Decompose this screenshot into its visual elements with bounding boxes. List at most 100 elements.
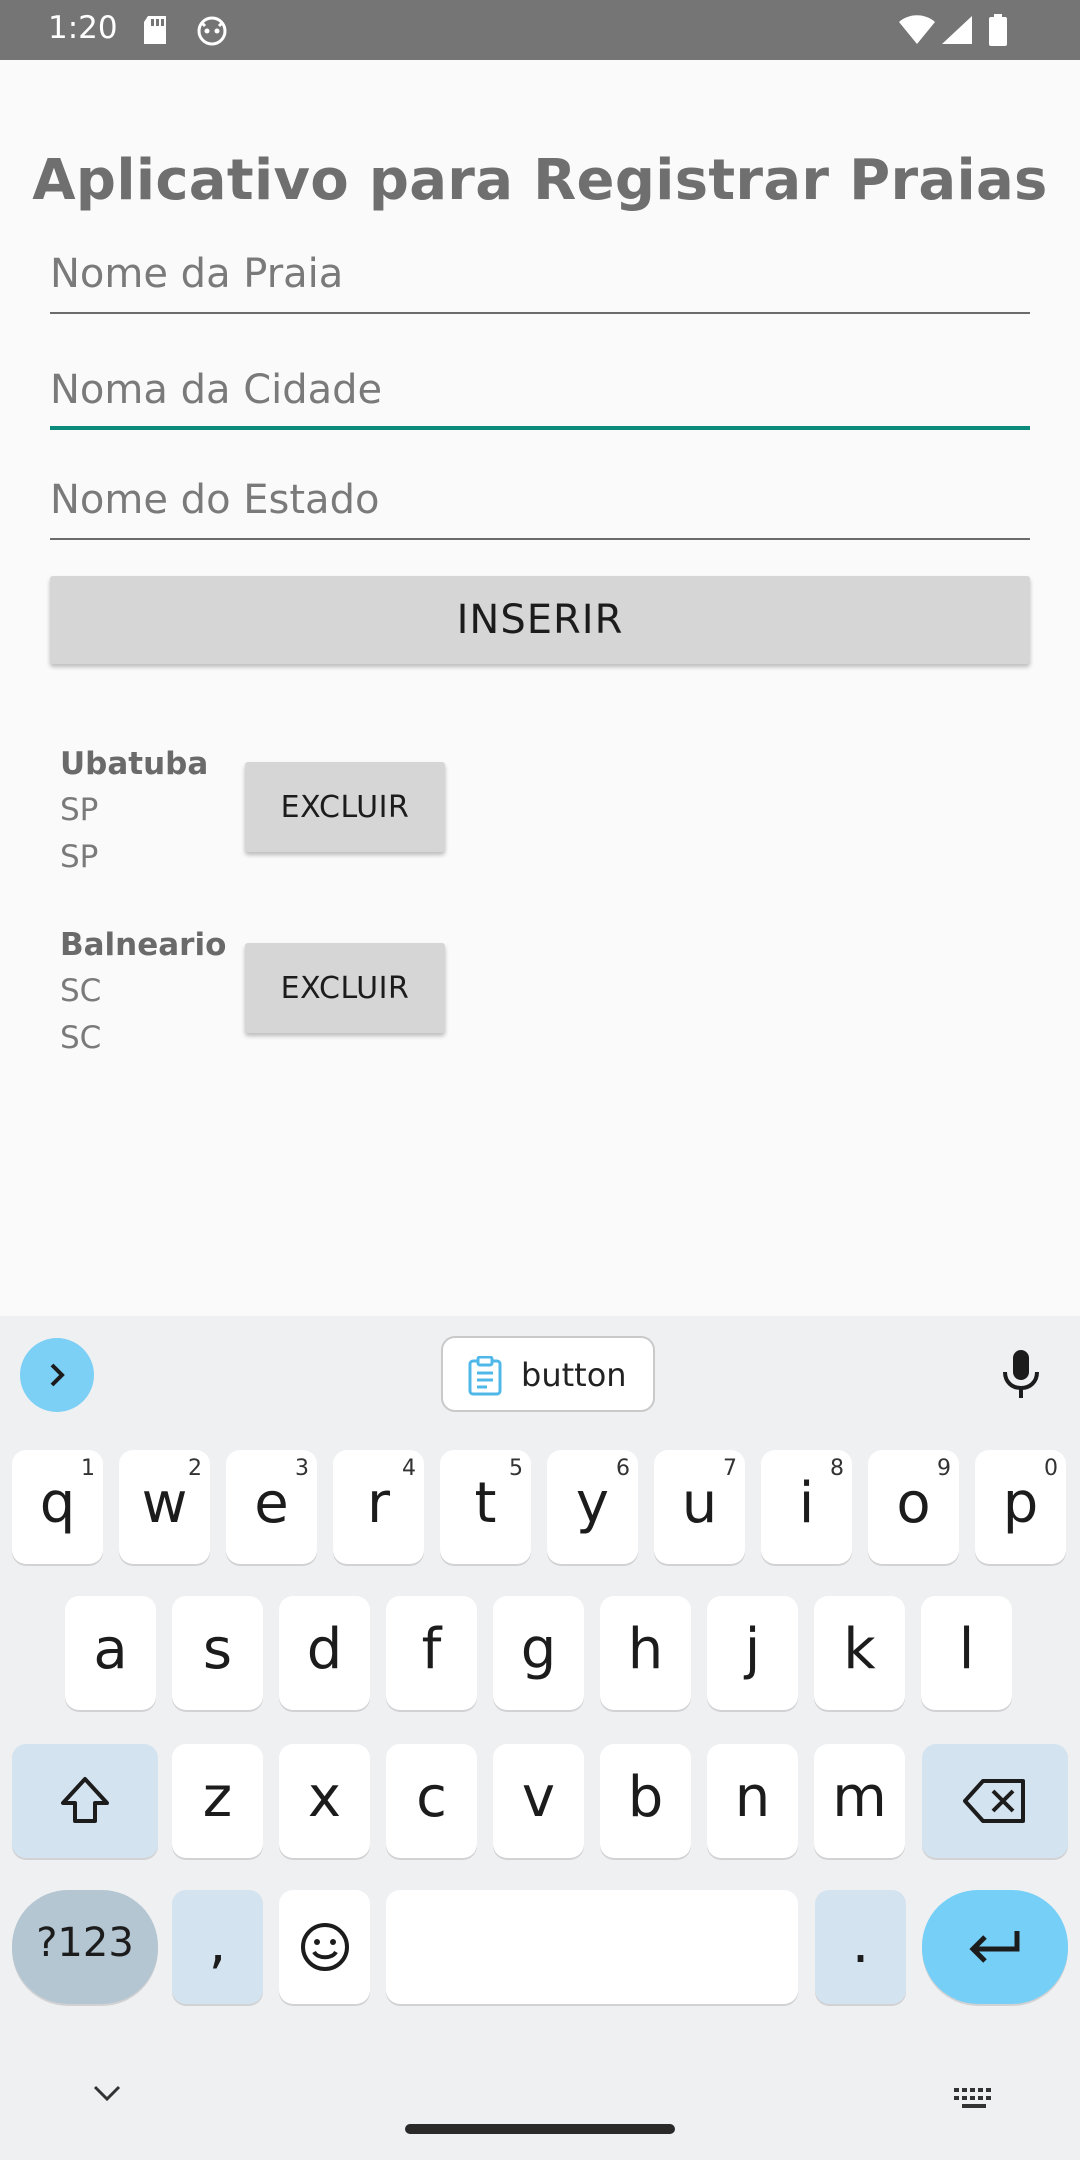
key-label: w: [141, 1470, 188, 1536]
key-number-hint: 3: [295, 1456, 309, 1481]
emoji-key[interactable]: [279, 1890, 370, 2004]
key-number-hint: 4: [402, 1456, 416, 1481]
clipboard-icon: [467, 1355, 503, 1400]
key-a[interactable]: a: [65, 1596, 156, 1710]
wifi-icon: [898, 14, 936, 50]
status-bar: 1:20: [0, 0, 1080, 60]
key-t[interactable]: t5: [440, 1450, 531, 1564]
key-u[interactable]: u7: [654, 1450, 745, 1564]
enter-key[interactable]: [922, 1890, 1068, 2004]
shift-icon: [61, 1777, 109, 1823]
key-label: u: [681, 1470, 718, 1536]
key-label: e: [254, 1470, 289, 1536]
item-name: Balneario: [60, 927, 227, 963]
list-item: Ubatuba SP SP EXCLUIR: [60, 746, 660, 886]
key-number-hint: 5: [509, 1456, 523, 1481]
emoji-icon: [300, 1923, 349, 1971]
cidade-underline: [50, 426, 1030, 430]
key-b[interactable]: b: [600, 1744, 691, 1858]
toolbar-expand-button[interactable]: [20, 1338, 94, 1412]
battery-icon: [988, 14, 1008, 50]
item-state: SC: [60, 1020, 102, 1056]
microphone-icon[interactable]: [998, 1348, 1044, 1406]
key-e[interactable]: e3: [226, 1450, 317, 1564]
delete-button[interactable]: EXCLUIR: [245, 943, 445, 1033]
key-number-hint: 9: [937, 1456, 951, 1481]
key-w[interactable]: w2: [119, 1450, 210, 1564]
key-number-hint: 0: [1044, 1456, 1058, 1481]
key-label: o: [896, 1470, 931, 1536]
home-indicator[interactable]: [405, 2124, 675, 2134]
estado-underline: [50, 538, 1030, 540]
key-label: z: [202, 1764, 233, 1830]
key-number-hint: 1: [81, 1456, 95, 1481]
key-h[interactable]: h: [600, 1596, 691, 1710]
key-label: n: [734, 1764, 771, 1830]
key-p[interactable]: p0: [975, 1450, 1066, 1564]
key-l[interactable]: l: [921, 1596, 1012, 1710]
insert-button[interactable]: INSERIR: [50, 576, 1030, 664]
praia-input[interactable]: [50, 244, 1030, 304]
key-label: h: [627, 1616, 664, 1682]
key-label: t: [474, 1470, 497, 1536]
key-c[interactable]: c: [386, 1744, 477, 1858]
key-j[interactable]: j: [707, 1596, 798, 1710]
key-f[interactable]: f: [386, 1596, 477, 1710]
key-label: y: [575, 1470, 610, 1536]
cat-icon: [196, 14, 228, 50]
key-n[interactable]: n: [707, 1744, 798, 1858]
chevron-right-icon: [50, 1363, 65, 1387]
key-number-hint: 8: [830, 1456, 844, 1481]
item-state: SP: [60, 839, 99, 875]
key-v[interactable]: v: [493, 1744, 584, 1858]
key-s[interactable]: s: [172, 1596, 263, 1710]
comma-key[interactable]: ,: [172, 1890, 263, 2004]
page-title: Aplicativo para Registrar Praias: [32, 148, 1048, 213]
key-label: x: [307, 1764, 342, 1830]
key-number-hint: 2: [188, 1456, 202, 1481]
praia-underline: [50, 312, 1030, 314]
estado-input[interactable]: [50, 470, 1030, 530]
key-label: v: [521, 1764, 556, 1830]
key-label: l: [958, 1616, 975, 1682]
key-label: p: [1002, 1470, 1039, 1536]
key-d[interactable]: d: [279, 1596, 370, 1710]
key-z[interactable]: z: [172, 1744, 263, 1858]
key-label: j: [744, 1616, 761, 1682]
clipboard-suggestion-chip[interactable]: button: [441, 1336, 655, 1412]
keyboard-toolbar: button: [0, 1316, 1080, 1426]
status-time: 1:20: [48, 10, 118, 46]
shift-key[interactable]: [12, 1744, 158, 1858]
key-g[interactable]: g: [493, 1596, 584, 1710]
delete-button[interactable]: EXCLUIR: [245, 762, 445, 852]
space-key[interactable]: [386, 1890, 798, 2004]
item-name: Ubatuba: [60, 746, 209, 782]
key-k[interactable]: k: [814, 1596, 905, 1710]
key-i[interactable]: i8: [761, 1450, 852, 1564]
key-label: k: [843, 1616, 876, 1682]
key-label: s: [202, 1616, 233, 1682]
key-label: r: [366, 1470, 391, 1536]
key-o[interactable]: o9: [868, 1450, 959, 1564]
period-key[interactable]: .: [815, 1890, 906, 2004]
key-number-hint: 6: [616, 1456, 630, 1481]
sd-card-icon: [142, 14, 168, 50]
backspace-key[interactable]: [922, 1744, 1068, 1858]
key-label: a: [93, 1616, 128, 1682]
key-q[interactable]: q1: [12, 1450, 103, 1564]
key-x[interactable]: x: [279, 1744, 370, 1858]
estado-field: [50, 470, 1030, 540]
key-r[interactable]: r4: [333, 1450, 424, 1564]
keyboard-switch-icon[interactable]: [952, 2086, 996, 2118]
hide-keyboard-chevron-icon[interactable]: [90, 2082, 124, 2108]
list-item: Balneario SC SC EXCLUIR: [60, 927, 660, 1067]
key-label: i: [798, 1470, 815, 1536]
key-y[interactable]: y6: [547, 1450, 638, 1564]
key-number-hint: 7: [723, 1456, 737, 1481]
cidade-input[interactable]: [50, 360, 1030, 420]
key-label: c: [416, 1764, 447, 1830]
key-m[interactable]: m: [814, 1744, 905, 1858]
enter-icon: [969, 1931, 1020, 1963]
symbols-key[interactable]: ?123: [12, 1890, 158, 2004]
key-label: d: [306, 1616, 343, 1682]
